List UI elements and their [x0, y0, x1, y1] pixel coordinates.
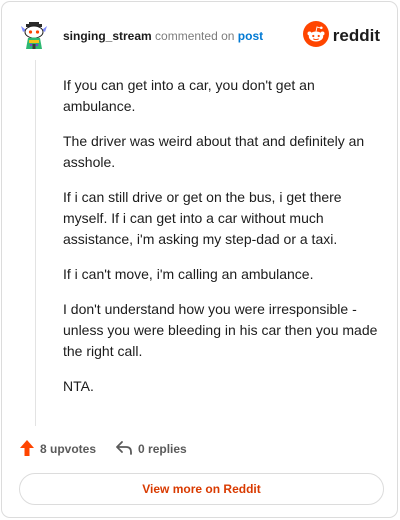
reply-count: 0 replies	[138, 442, 187, 456]
byline: singing_stream commented on post	[63, 28, 263, 44]
comment-embed-card: singing_stream commented on post reddit	[1, 1, 398, 518]
comment-paragraph: If you can get into a car, you don't get…	[63, 77, 315, 114]
view-more-button[interactable]: View more on Reddit	[19, 473, 384, 505]
comment-paragraph: The driver was weird about that and defi…	[63, 133, 365, 170]
comment-actions: 8 upvotes 0 replies	[19, 438, 187, 460]
comment-paragraph: I don't understand how you were irrespon…	[63, 301, 378, 359]
reddit-wordmark: reddit	[332, 26, 380, 45]
reddit-snoo-icon	[302, 20, 329, 52]
reply-arrow-icon	[115, 440, 133, 459]
thread-line	[35, 60, 36, 426]
reply-button[interactable]: 0 replies	[115, 440, 187, 459]
upvote-button[interactable]: 8 upvotes	[19, 439, 96, 460]
comment-paragraph: If i can still drive or get on the bus, …	[63, 189, 342, 247]
upvote-arrow-icon	[19, 439, 35, 460]
reddit-logo[interactable]: reddit	[302, 20, 380, 52]
comment-paragraph: If i can't move, i'm calling an ambulanc…	[63, 266, 314, 282]
snoo-avatar-icon[interactable]	[20, 22, 48, 50]
comment-header: singing_stream commented on post reddit	[20, 20, 382, 52]
upvote-count: 8 upvotes	[40, 442, 97, 456]
post-link[interactable]: post	[238, 29, 263, 43]
username-link[interactable]: singing_stream	[63, 29, 152, 43]
byline-action-text: commented on	[155, 29, 235, 43]
comment-body: If you can get into a car, you don't get…	[63, 75, 381, 411]
comment-paragraph: NTA.	[63, 378, 94, 394]
